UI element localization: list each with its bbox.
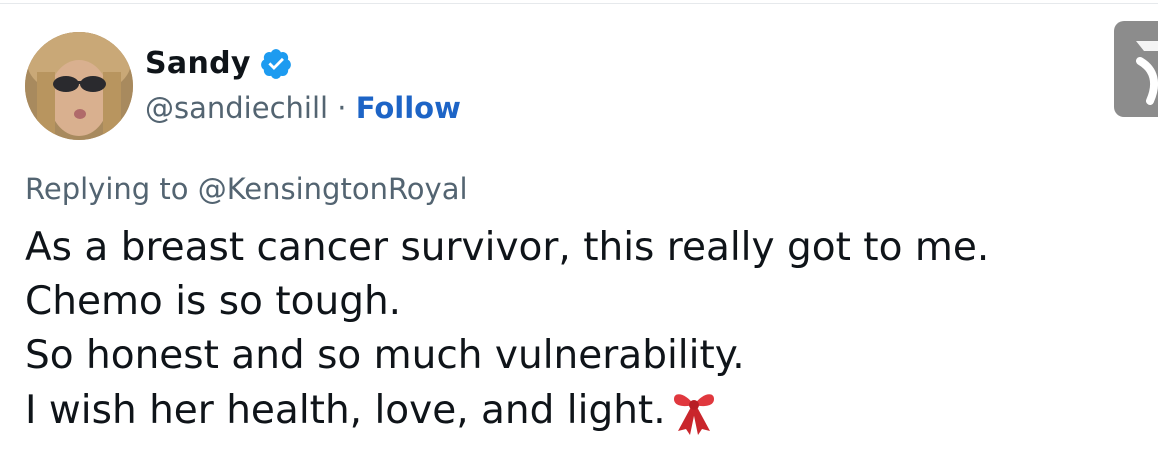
tweet-line: As a breast cancer survivor, this really…: [25, 225, 990, 270]
replying-to-label: Replying to @KensingtonRoyal: [25, 172, 468, 206]
author-name-row[interactable]: Sandy: [145, 44, 293, 84]
author-handle-row: @sandiechill · Follow: [145, 88, 461, 128]
top-divider: [0, 3, 1158, 4]
author-handle[interactable]: @sandiechill: [145, 91, 328, 125]
avatar-photo: [25, 32, 133, 140]
tweet-line: Chemo is so tough.: [25, 279, 402, 324]
tweet-line-last: I wish her health, love, and light.: [25, 383, 1158, 437]
avatar[interactable]: [25, 32, 133, 140]
separator-dot: ·: [337, 91, 347, 125]
x-logo-icon[interactable]: [1114, 21, 1158, 117]
tweet-text: As a breast cancer survivor, this really…: [25, 221, 1158, 437]
verified-badge-icon: [259, 47, 293, 81]
tweet-line: So honest and so much vulnerability.: [25, 333, 745, 378]
author-display-name[interactable]: Sandy: [145, 44, 251, 84]
follow-button[interactable]: Follow: [356, 91, 461, 125]
tweet-line-text: I wish her health, love, and light.: [25, 388, 666, 433]
ribbon-icon: [668, 383, 720, 435]
